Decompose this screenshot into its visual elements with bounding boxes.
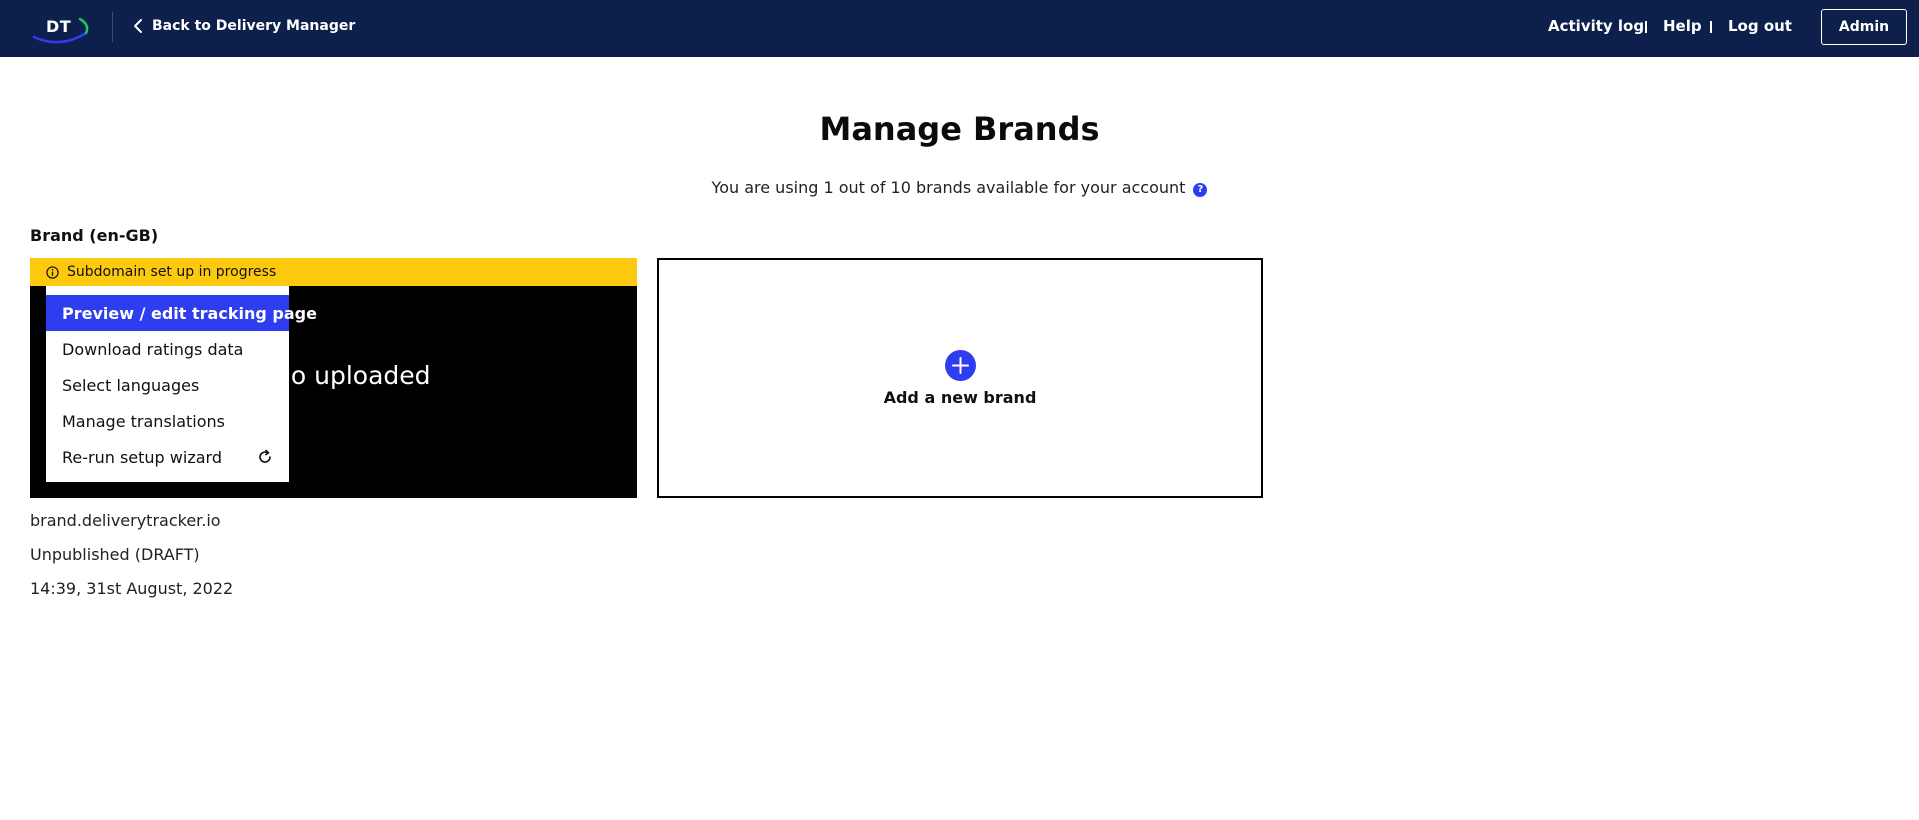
brand-status: Unpublished (DRAFT)	[30, 545, 200, 564]
menu-item-label: Preview / edit tracking page	[62, 303, 317, 323]
chevron-left-icon	[134, 19, 142, 33]
refresh-icon	[259, 449, 271, 463]
brand-usage-label: You are using 1 out of 10 brands availab…	[711, 178, 1186, 197]
brand-options-menu: Preview / edit tracking page Download ra…	[46, 286, 317, 482]
menu-item-rerun-setup-wizard[interactable]: Re-run setup wizard	[46, 439, 289, 475]
admin-button[interactable]: Admin	[1821, 9, 1907, 45]
banner-text: Subdomain set up in progress	[67, 264, 277, 280]
nav-activity-log[interactable]: Activity log	[1548, 17, 1644, 35]
menu-item-label: Re-run setup wizard	[62, 447, 222, 467]
brand-usage-text: You are using 1 out of 10 brands availab…	[0, 178, 1919, 197]
brand-timestamp: 14:39, 31st August, 2022	[30, 579, 234, 598]
menu-item-select-languages[interactable]: Select languages	[46, 367, 289, 403]
nav-separator	[1645, 21, 1647, 33]
logo-text: DT	[46, 17, 72, 36]
nav-separator	[1710, 21, 1712, 33]
back-to-delivery-manager-link[interactable]: Back to Delivery Manager	[132, 18, 355, 34]
plus-circle-icon	[945, 350, 976, 381]
add-new-brand-label: Add a new brand	[883, 388, 1037, 407]
menu-item-download-ratings-data[interactable]: Download ratings data	[46, 331, 289, 367]
nav-help[interactable]: Help	[1663, 17, 1702, 35]
page-title: Manage Brands	[819, 110, 1100, 148]
menu-item-manage-translations[interactable]: Manage translations	[46, 403, 289, 439]
menu-item-label: Select languages	[62, 375, 200, 395]
question-circle-icon[interactable]: ?	[1193, 183, 1208, 197]
add-new-brand-card[interactable]: Add a new brand	[657, 258, 1263, 498]
menu-item-label: Manage translations	[62, 411, 226, 431]
app-logo[interactable]: DT	[30, 11, 94, 45]
back-link-label: Back to Delivery Manager	[152, 18, 356, 34]
info-circle-icon	[46, 265, 59, 279]
nav-log-out[interactable]: Log out	[1728, 17, 1792, 35]
topbar-divider	[112, 12, 113, 42]
menu-item-label: Download ratings data	[62, 339, 244, 359]
brand-label: Brand (en-GB)	[30, 226, 159, 245]
logo-placeholder-text: go uploaded	[275, 361, 431, 390]
brand-domain: brand.deliverytracker.io	[30, 511, 221, 530]
subdomain-status-banner: Subdomain set up in progress	[30, 258, 637, 286]
brand-card[interactable]: Subdomain set up in progress go uploaded…	[30, 258, 637, 498]
top-bar: DT Back to Delivery Manager Activity log…	[0, 0, 1919, 57]
menu-item-preview-edit-tracking-page[interactable]: Preview / edit tracking page	[46, 295, 317, 331]
